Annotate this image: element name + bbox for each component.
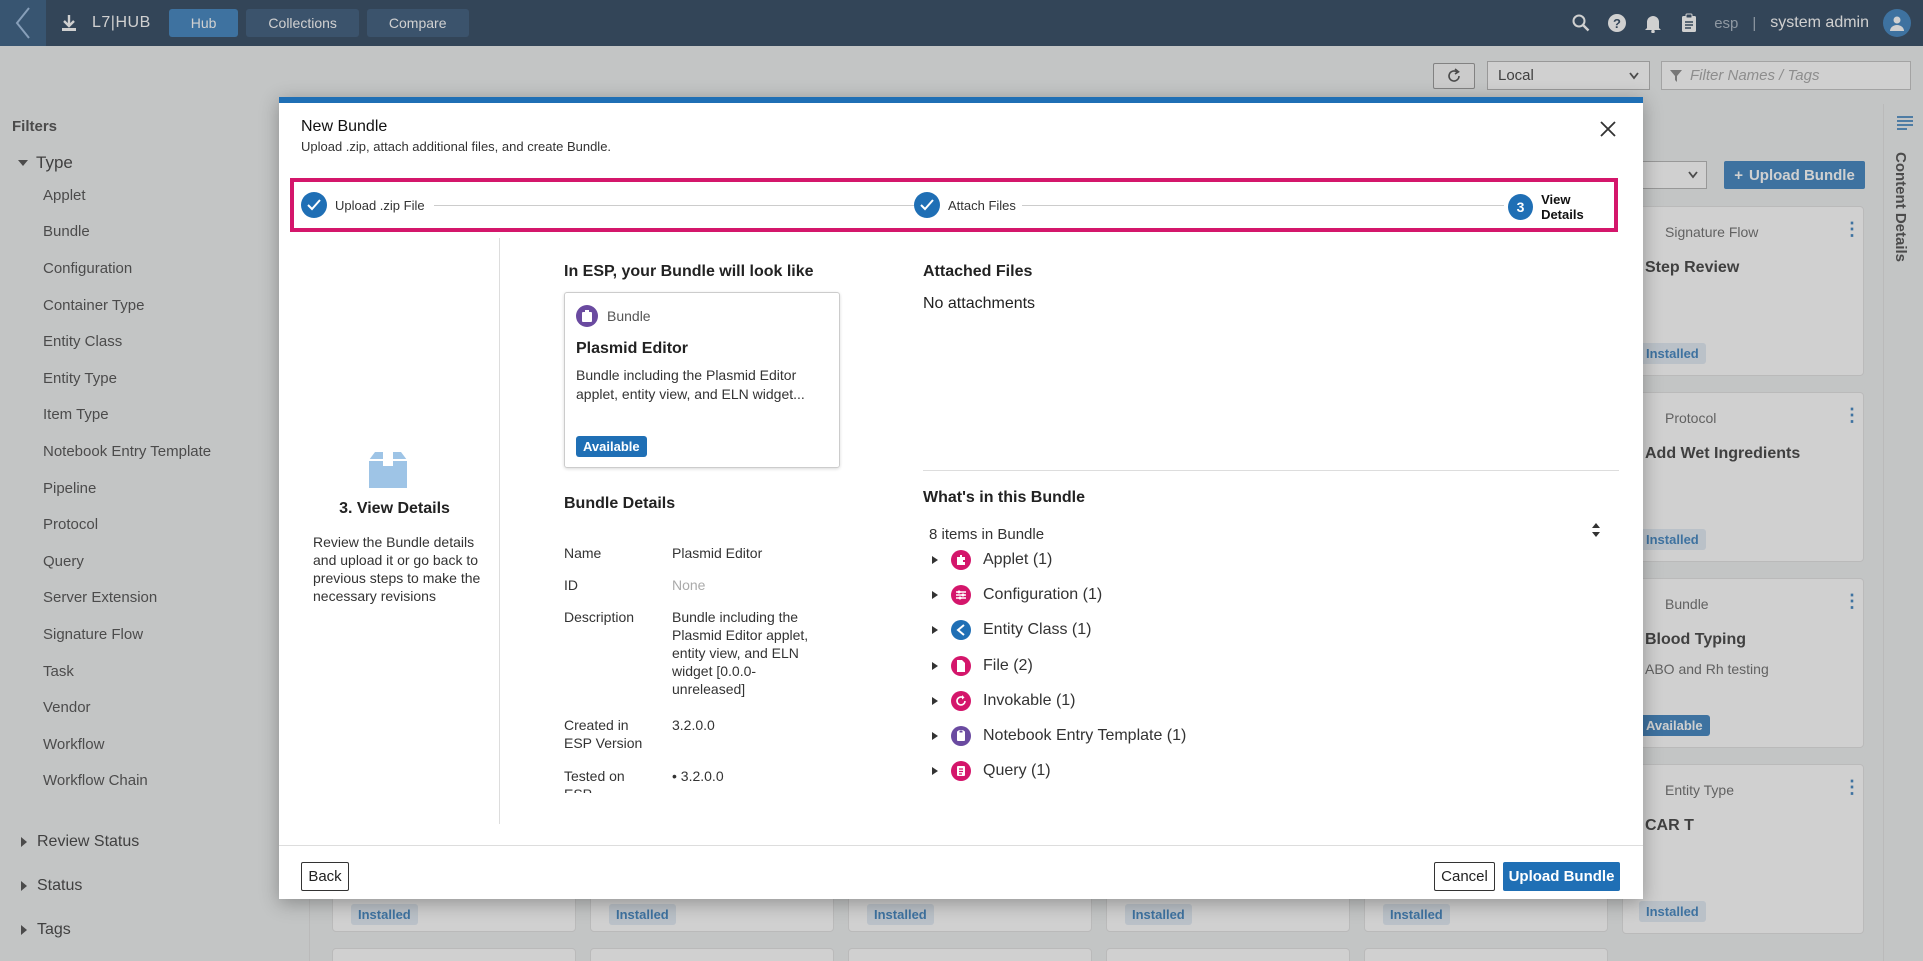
bundle-item[interactable]: Notebook Entry Template (1) <box>931 726 1186 746</box>
check-icon <box>301 192 327 218</box>
bundle-item-label: Applet (1) <box>983 551 1053 568</box>
bundle-item[interactable]: Entity Class (1) <box>931 620 1092 641</box>
detail-value: 3.2.0.0 <box>672 717 715 733</box>
attached-files-heading: Attached Files <box>923 263 1033 280</box>
modal-subtitle: Upload .zip, attach additional files, an… <box>301 139 612 154</box>
bundle-item-label: Invokable (1) <box>983 691 1076 709</box>
bundle-item[interactable]: Query (1) <box>931 761 1051 782</box>
step-view-details[interactable]: 3 View Details <box>1508 192 1614 222</box>
caret-right-icon <box>931 696 939 705</box>
step-number: 3 <box>1508 194 1534 220</box>
new-bundle-modal: New Bundle Upload .zip, attach additiona… <box>279 97 1643 899</box>
sliders-icon <box>951 585 971 606</box>
file-icon <box>951 655 971 676</box>
modal-title: New Bundle <box>301 118 388 135</box>
bundle-preview-column: In ESP, your Bundle will look like Bundl… <box>564 263 884 793</box>
detail-label: Description <box>564 609 635 625</box>
contents-heading: What's in this Bundle <box>923 489 1086 506</box>
caret-right-icon <box>931 732 939 740</box>
bundle-preview-card: Bundle Plasmid Editor Bundle including t… <box>564 292 840 468</box>
bundle-item[interactable]: Configuration (1) <box>931 585 1103 606</box>
detail-value: Plasmid Editor <box>672 545 763 561</box>
refresh-icon <box>951 690 971 711</box>
step-label: Upload .zip File <box>335 197 425 213</box>
step-progress: Upload .zip File Attach Files 3 View Det… <box>290 178 1618 232</box>
package-icon <box>367 450 409 494</box>
bundle-item-label: File (2) <box>983 656 1033 674</box>
step-connector <box>1022 205 1504 206</box>
step-connector <box>434 205 914 206</box>
bundle-item-label: Notebook Entry Template (1) <box>983 727 1187 744</box>
step-info-title: 3. View Details <box>339 500 450 517</box>
query-icon <box>951 761 971 782</box>
check-icon <box>914 192 940 218</box>
step-info-panel: 3. View Details Review the Bundle detail… <box>289 238 500 824</box>
step-info-description: Review the Bundle details and upload it … <box>313 534 481 604</box>
bundle-item-label: Entity Class (1) <box>983 621 1092 639</box>
modal-footer-divider <box>279 845 1643 846</box>
sort-icon[interactable] <box>1591 522 1601 542</box>
caret-right-icon <box>931 626 939 635</box>
caret-right-icon <box>931 661 939 670</box>
items-count: 8 items in Bundle <box>929 526 1045 543</box>
puzzle-icon <box>951 550 971 570</box>
detail-row-tested-version: Tested on ESP • 3.2.0.0 <box>564 767 824 793</box>
chevron-left-icon <box>951 620 971 641</box>
preview-description: Bundle including the Plasmid Editor appl… <box>576 367 805 402</box>
detail-label: Created in ESP Version <box>564 717 643 751</box>
step-upload-zip[interactable]: Upload .zip File <box>301 192 425 218</box>
attached-files-empty: No attachments <box>923 295 1036 312</box>
preview-name: Plasmid Editor <box>576 340 689 357</box>
detail-label: Tested on ESP <box>564 768 625 793</box>
divider <box>923 470 1619 471</box>
step-label: Attach Files <box>948 197 1016 213</box>
details-heading: Bundle Details <box>564 495 676 512</box>
tested-version-value: 3.2.0.0 <box>680 768 724 784</box>
detail-label: ID <box>564 577 578 593</box>
caret-right-icon <box>931 591 939 600</box>
bundle-item[interactable]: Applet (1) <box>931 550 1052 570</box>
bundle-item[interactable]: File (2) <box>931 655 1033 676</box>
upload-bundle-button[interactable]: Upload Bundle <box>1503 862 1620 891</box>
detail-label: Name <box>564 545 602 561</box>
bundle-item-label: Query (1) <box>983 762 1051 780</box>
cancel-button[interactable]: Cancel <box>1434 862 1495 891</box>
close-icon <box>1600 121 1616 137</box>
detail-value: • 3.2.0.0 <box>672 768 724 784</box>
caret-right-icon <box>931 556 939 564</box>
back-button[interactable]: Back <box>301 862 349 891</box>
caret-right-icon <box>931 767 939 776</box>
bundle-item-label: Configuration (1) <box>983 586 1103 604</box>
preview-heading: In ESP, your Bundle will look like <box>564 263 814 280</box>
detail-value: Bundle including the Plasmid Editor appl… <box>672 609 809 697</box>
status-badge: Available <box>576 436 647 457</box>
bundle-icon <box>576 305 598 327</box>
bundle-item[interactable]: Invokable (1) <box>931 690 1076 711</box>
preview-type: Bundle <box>607 308 651 324</box>
bundle-contents-column: Attached Files No attachments What's in … <box>923 263 1619 782</box>
close-button[interactable] <box>1600 121 1622 143</box>
notebook-icon <box>951 726 971 746</box>
step-label: View Details <box>1541 192 1584 222</box>
detail-value: None <box>672 577 706 593</box>
step-attach-files[interactable]: Attach Files <box>914 192 1016 218</box>
